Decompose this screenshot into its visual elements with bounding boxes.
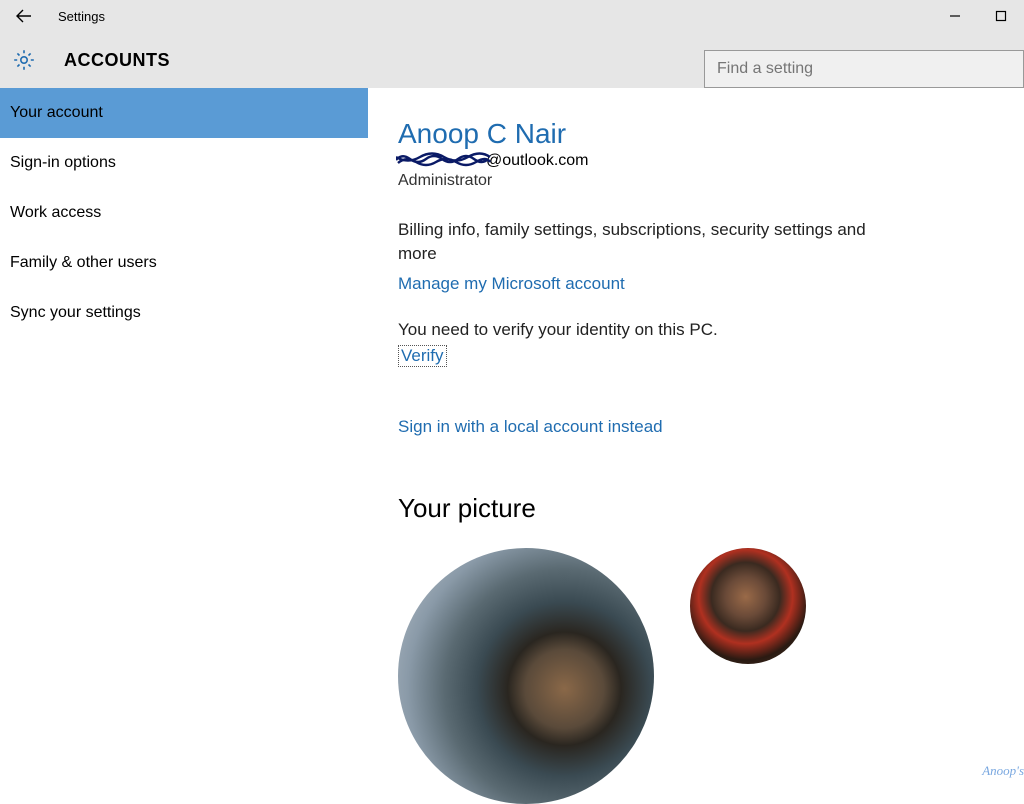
window-title: Settings [58,9,105,24]
verify-prompt: You need to verify your identity on this… [398,318,878,342]
window-controls [932,0,1024,32]
sidebar-item-label: Sign-in options [10,154,116,171]
sidebar-item-sync-settings[interactable]: Sync your settings [0,288,368,338]
main-panel: Anoop C Nair xxxxxxxxxxx@outlook.com Adm… [368,88,1024,785]
header: ACCOUNTS [0,32,1024,88]
manage-account-link[interactable]: Manage my Microsoft account [398,274,625,294]
account-name: Anoop C Nair [398,118,994,150]
back-button[interactable] [8,0,40,32]
account-email: xxxxxxxxxxx@outlook.com [398,152,994,170]
sidebar: Your account Sign-in options Work access… [0,88,368,785]
sidebar-item-label: Sync your settings [10,304,141,321]
avatar-previous[interactable] [690,548,806,664]
title-bar: Settings [0,0,1024,32]
maximize-icon [995,10,1007,22]
maximize-button[interactable] [978,0,1024,32]
search-input[interactable] [704,50,1024,88]
picture-row [398,548,994,804]
verify-link[interactable]: Verify [398,345,447,367]
sidebar-item-label: Work access [10,204,101,221]
avatar-current [398,548,654,804]
watermark: Anoop's [982,763,1024,779]
redaction-scribble [396,152,492,168]
your-picture-heading: Your picture [398,493,994,524]
billing-description: Billing info, family settings, subscript… [398,218,878,266]
section-title: ACCOUNTS [64,50,170,71]
sidebar-item-label: Family & other users [10,254,157,271]
minimize-icon [949,10,961,22]
local-account-link[interactable]: Sign in with a local account instead [398,417,663,437]
sidebar-item-signin-options[interactable]: Sign-in options [0,138,368,188]
email-suffix: @outlook.com [486,152,589,169]
sidebar-item-label: Your account [10,104,103,121]
sidebar-item-your-account[interactable]: Your account [0,88,368,138]
settings-gear-icon [12,48,36,72]
back-arrow-icon [15,7,33,25]
account-role: Administrator [398,172,994,190]
sidebar-item-work-access[interactable]: Work access [0,188,368,238]
minimize-button[interactable] [932,0,978,32]
sidebar-item-family-users[interactable]: Family & other users [0,238,368,288]
content: Your account Sign-in options Work access… [0,88,1024,785]
